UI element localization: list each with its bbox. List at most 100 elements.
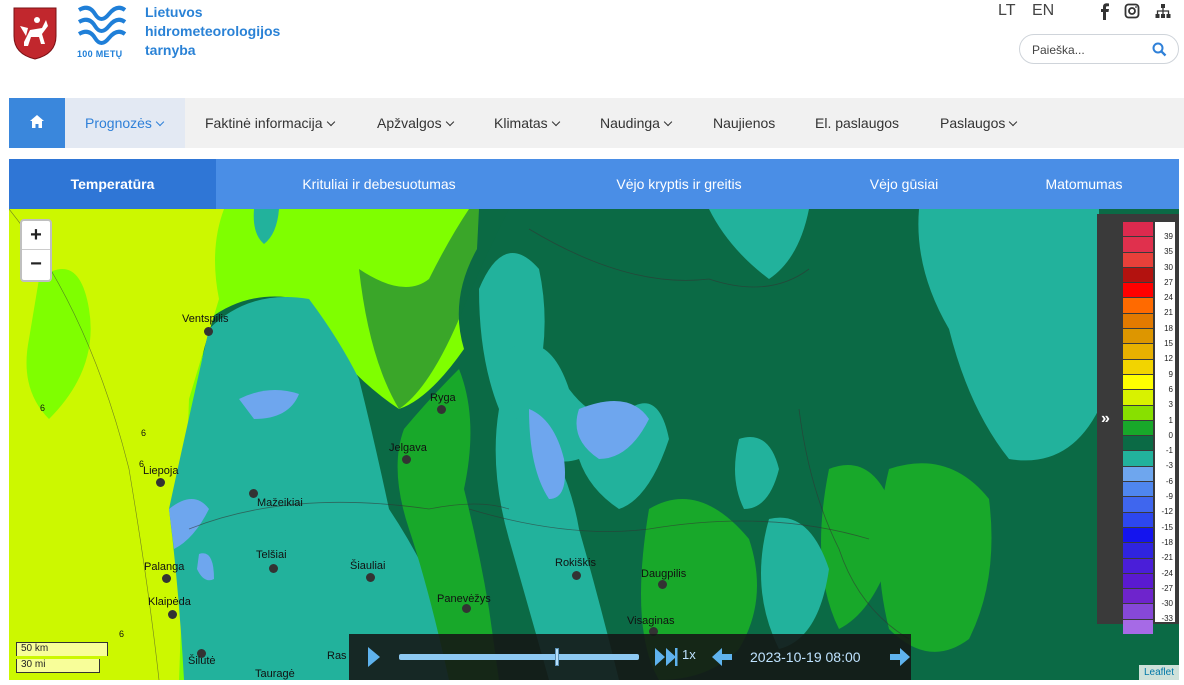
city-marker[interactable] [437,405,446,414]
legend-swatch [1123,573,1153,589]
city-marker[interactable] [658,580,667,589]
search-icon[interactable] [1152,42,1167,57]
tab-krituliai-ir-debesuotumas[interactable]: Krituliai ir debesuotumas [259,159,499,209]
facebook-icon[interactable] [1097,2,1113,20]
chevron-down-icon [1009,117,1018,127]
temperature-legend: » 39 35 30 27 24 21 18 15 12 9 6 3 1 0 -1 -3 -6 -9 -12 -15 -… [1097,214,1179,635]
legend-swatch [1123,466,1153,482]
forecast-datetime: 2023-10-19 08:00 [750,649,861,665]
tab-vejo-kryptis-ir-greitis[interactable]: Vėjo kryptis ir greitis [569,159,789,209]
city-label: Liepoja [143,465,179,477]
city-label: Mažeikiai [257,497,303,509]
temperature-field-layer [9,209,1179,680]
legend-label: -21 [1161,553,1173,563]
legend-toggle-icon[interactable]: » [1101,410,1110,428]
lang-en-link[interactable]: EN [1032,2,1054,20]
city-marker[interactable] [162,574,171,583]
contour-label: 6 [119,629,125,639]
search-input[interactable] [1032,41,1142,58]
home-icon [30,115,44,128]
nav-item-label: Naudinga [600,115,660,131]
search-box [1019,34,1179,64]
chevron-down-icon [326,117,335,127]
legend-swatch [1123,374,1153,390]
temperature-map[interactable]: + − Ventspilis Ryga Jelgava Liepoja Maže… [9,209,1179,680]
legend-swatch [1123,405,1153,420]
lang-lt-link[interactable]: LT [998,2,1015,20]
nav-item-apzvalgos[interactable]: Apžvalgos [377,98,454,148]
playback-speed[interactable]: 1x [682,647,696,662]
forecast-tabs: Temperatūra Krituliai ir debesuotumas Vė… [9,159,1179,209]
city-label: Klaipėda [148,596,191,608]
nav-item-naudinga[interactable]: Naudinga [600,98,673,148]
legend-swatch [1123,222,1153,237]
city-label: Šiauliai [350,560,386,572]
legend-label: -3 [1165,461,1173,471]
lithuania-coat-of-arms-logo[interactable] [12,6,58,60]
nav-item-prognozes[interactable]: Prognozės [65,98,185,148]
nav-item-naujienos[interactable]: Naujienos [713,98,775,148]
tab-vejo-gusiai[interactable]: Vėjo gūsiai [839,159,969,209]
instagram-icon[interactable] [1124,2,1140,20]
legend-label: 39 [1164,232,1173,241]
city-marker[interactable] [269,564,278,573]
nav-home-button[interactable] [9,98,65,148]
fast-forward-icon[interactable] [654,647,678,667]
legend-label: 24 [1164,293,1173,303]
nav-item-faktine-informacija[interactable]: Faktinė informacija [205,98,335,148]
nav-item-el-paslaugos[interactable]: El. paslaugos [815,98,899,148]
tab-temperatura[interactable]: Temperatūra [9,159,216,209]
legend-label: -33 [1161,614,1173,624]
org-name-line2: hidrometeorologijos [145,23,281,39]
city-label: Panevėžys [437,593,491,605]
nav-item-label: Paslaugos [940,115,1006,131]
step-back-icon[interactable] [711,647,733,667]
zoom-out-button[interactable]: − [22,250,50,279]
legend-swatch [1123,329,1153,344]
city-marker[interactable] [572,571,581,580]
city-label: Šilutė [188,655,216,667]
nav-item-paslaugos[interactable]: Paslaugos [940,98,1018,148]
tab-matomumas[interactable]: Matomumas [1019,159,1149,209]
zoom-in-button[interactable]: + [22,221,50,250]
time-slider-track[interactable] [399,654,639,660]
contour-label: 6 [141,428,147,438]
city-marker[interactable] [402,455,411,464]
contour-label: 6 [139,459,145,469]
city-marker[interactable] [204,327,213,336]
legend-label: -12 [1161,507,1173,517]
play-icon[interactable] [367,646,381,668]
org-name-line1: Lietuvos [145,4,203,20]
city-marker[interactable] [168,610,177,619]
legend-label: 18 [1164,323,1173,333]
org-name-line3: tarnyba [145,42,196,58]
organization-name[interactable]: Lietuvos hidrometeorologijos tarnyba [145,3,280,60]
city-label: Visaginas [627,615,675,627]
chevron-down-icon [551,117,560,127]
leaflet-attribution-link[interactable]: Leaflet [1138,665,1179,680]
contour-label: 6 [40,403,46,413]
legend-label: -1 [1165,446,1173,456]
city-marker[interactable] [366,573,375,582]
legend-color-scale [1123,222,1155,635]
sitemap-icon[interactable] [1155,2,1171,20]
legend-swatch [1123,543,1153,558]
legend-label: -30 [1161,599,1173,609]
city-label: Rokiškis [555,557,596,569]
legend-swatch [1123,558,1153,573]
city-marker[interactable] [156,478,165,487]
main-navigation: Prognozės Faktinė informacija Apžvalgos … [9,98,1184,148]
scale-mi: 30 mi [16,659,100,673]
legend-label: -18 [1161,537,1173,547]
legend-swatch [1123,436,1153,451]
step-forward-icon[interactable] [889,647,911,667]
time-slider-handle[interactable] [555,648,560,666]
legend-swatch [1123,267,1153,283]
city-label: Telšiai [256,549,287,561]
city-label: Jelgava [389,442,427,454]
legend-label: 35 [1164,247,1173,257]
nav-item-klimatas[interactable]: Klimatas [494,98,560,148]
legend-label: 6 [1168,384,1173,394]
legend-swatch [1123,283,1153,298]
city-marker[interactable] [462,604,471,613]
